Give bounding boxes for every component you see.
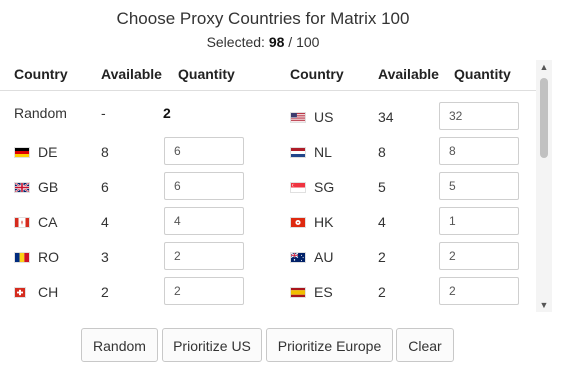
available-count: 2 xyxy=(378,249,386,265)
random-row: Random - 2 xyxy=(0,98,270,133)
header-available-right: Available xyxy=(378,66,439,82)
random-quantity: 2 xyxy=(163,105,171,121)
header-country-left: Country xyxy=(14,66,68,82)
flag-ch-icon xyxy=(14,287,26,298)
available-count: 4 xyxy=(378,214,386,230)
country-code: DE xyxy=(38,144,58,160)
table-row: NL 8 xyxy=(276,137,536,172)
country-code: RO xyxy=(38,249,59,265)
scroll-thumb[interactable] xyxy=(540,78,548,158)
available-count: 8 xyxy=(101,144,109,160)
country-code: CA xyxy=(38,214,58,230)
quantity-input-ch[interactable] xyxy=(164,277,244,305)
scroll-up-arrow-icon[interactable]: ▲ xyxy=(536,60,552,74)
table-row: CH 2 xyxy=(0,277,270,312)
table-row: DE 8 xyxy=(0,137,270,172)
quantity-input-ro[interactable] xyxy=(164,242,244,270)
random-available: - xyxy=(101,105,106,121)
country-code: AU xyxy=(314,249,334,265)
available-count: 34 xyxy=(378,109,394,125)
country-code: US xyxy=(314,109,334,125)
flag-de-icon xyxy=(14,147,30,158)
available-count: 2 xyxy=(101,284,109,300)
flag-us-icon xyxy=(290,112,306,123)
prioritize-europe-button[interactable]: Prioritize Europe xyxy=(266,328,393,362)
table-row: SG 5 xyxy=(276,172,536,207)
selected-label: Selected: xyxy=(206,34,265,50)
selected-count: 98 xyxy=(268,34,285,50)
quantity-input-us[interactable] xyxy=(439,102,519,130)
selected-summary: Selected: 98 / 100 xyxy=(0,34,526,50)
table-row: CA 4 xyxy=(0,207,270,242)
available-count: 4 xyxy=(101,214,109,230)
header-quantity-left: Quantity xyxy=(178,66,235,82)
quantity-input-de[interactable] xyxy=(164,137,244,165)
scroll-down-arrow-icon[interactable]: ▼ xyxy=(536,298,552,312)
country-code: ES xyxy=(314,284,333,300)
country-code: SG xyxy=(314,179,335,195)
dialog-title: Choose Proxy Countries for Matrix 100 xyxy=(116,9,410,28)
flag-ro-icon xyxy=(14,252,30,263)
prioritize-us-button[interactable]: Prioritize US xyxy=(162,328,262,362)
country-code: HK xyxy=(314,214,334,230)
flag-gb-icon xyxy=(14,182,30,193)
quantity-input-gb[interactable] xyxy=(164,172,244,200)
table-row: ES 2 xyxy=(276,277,536,312)
available-count: 3 xyxy=(101,249,109,265)
flag-ca-icon xyxy=(14,217,30,228)
quantity-input-sg[interactable] xyxy=(439,172,519,200)
table-row: RO 3 xyxy=(0,242,270,277)
clear-button[interactable]: Clear xyxy=(396,328,454,362)
available-count: 6 xyxy=(101,179,109,195)
table-row: US 34 xyxy=(276,102,536,137)
quantity-input-nl[interactable] xyxy=(439,137,519,165)
flag-es-icon xyxy=(290,287,306,298)
flag-au-icon xyxy=(290,252,306,263)
table-row: GB 6 xyxy=(0,172,270,207)
available-count: 5 xyxy=(378,179,386,195)
quantity-input-ca[interactable] xyxy=(164,207,244,235)
selected-total: / 100 xyxy=(288,34,320,50)
table-header-row: Country Available Quantity Country Avail… xyxy=(0,60,536,91)
flag-hk-icon xyxy=(290,217,306,228)
quantity-input-es[interactable] xyxy=(439,277,519,305)
table-row: AU 2 xyxy=(276,242,536,277)
header-quantity-right: Quantity xyxy=(454,66,511,82)
quantity-input-au[interactable] xyxy=(439,242,519,270)
header-country-right: Country xyxy=(290,66,344,82)
table-row: HK 4 xyxy=(276,207,536,242)
flag-sg-icon xyxy=(290,182,306,193)
table-scrollbar[interactable]: ▲ ▼ xyxy=(536,60,552,312)
available-count: 2 xyxy=(378,284,386,300)
quantity-input-hk[interactable] xyxy=(439,207,519,235)
country-code: GB xyxy=(38,179,59,195)
header-available-left: Available xyxy=(101,66,162,82)
country-table: Country Available Quantity Country Avail… xyxy=(0,60,552,312)
random-label: Random xyxy=(14,105,67,121)
random-button[interactable]: Random xyxy=(81,328,158,362)
country-code: NL xyxy=(314,144,332,160)
flag-nl-icon xyxy=(290,147,306,158)
country-code: CH xyxy=(38,284,59,300)
available-count: 8 xyxy=(378,144,386,160)
